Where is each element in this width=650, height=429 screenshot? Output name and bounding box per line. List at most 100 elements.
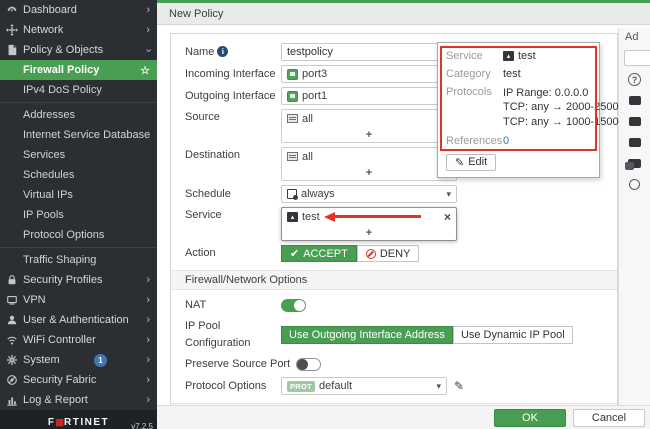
sidebar-item-system[interactable]: System 1 › xyxy=(0,350,157,370)
sidebar-item-policy-objects[interactable]: Policy & Objects › xyxy=(0,40,157,60)
chevron-right-icon: › xyxy=(146,25,150,36)
sidebar-item-firewall-policy[interactable]: Firewall Policy ☆ xyxy=(0,60,157,80)
popup-category-row: Category test xyxy=(446,68,591,80)
name-label: Namei xyxy=(185,44,281,61)
chevron-right-icon: › xyxy=(146,355,150,366)
sidebar-item-security-fabric[interactable]: Security Fabric › xyxy=(0,370,157,390)
fortinet-logo: F▦RTINET xyxy=(48,417,109,428)
chevron-right-icon: › xyxy=(146,375,150,386)
wifi-icon xyxy=(5,334,18,347)
ok-button[interactable]: OK xyxy=(494,409,566,427)
deny-button[interactable]: DENY xyxy=(357,245,420,262)
chevron-right-icon: › xyxy=(146,5,150,16)
service-value: test xyxy=(302,211,320,223)
service-icon: ▴ xyxy=(503,51,514,61)
popup-protocols-list: IP Range: 0.0.0.0 TCP: any → 2000-2500 T… xyxy=(503,86,619,129)
monitor-icon xyxy=(5,294,18,307)
sidebar-item-schedules[interactable]: Schedules xyxy=(0,165,157,185)
sidebar-item-label: Addresses xyxy=(23,109,75,121)
schedule-row: Schedule always ▾ xyxy=(185,185,603,203)
sidebar-item-label: Services xyxy=(23,149,65,161)
use-dynamic-ip-pool-button[interactable]: Use Dynamic IP Pool xyxy=(453,326,573,344)
sidebar-item-services[interactable]: Services xyxy=(0,145,157,165)
sidebar-item-dashboard[interactable]: Dashboard › xyxy=(0,0,157,20)
destination-entry[interactable]: all × xyxy=(282,148,456,165)
notifications-icon[interactable] xyxy=(628,93,642,107)
sidebar-item-log-report[interactable]: Log & Report › xyxy=(0,390,157,410)
nat-label: NAT xyxy=(185,297,281,314)
right-toolbar: Ad ? xyxy=(618,28,650,429)
sidebar-item-vpn[interactable]: VPN › xyxy=(0,290,157,310)
outgoing-interface-select[interactable]: port1 ▾ xyxy=(281,87,457,105)
address-icon xyxy=(287,114,298,123)
destination-label: Destination xyxy=(185,147,281,164)
service-entry[interactable]: ▴ test × xyxy=(282,208,456,225)
chevron-right-icon: › xyxy=(146,335,150,346)
star-icon[interactable]: ☆ xyxy=(140,64,150,77)
sidebar-item-ipv4-dos-policy[interactable]: IPv4 DoS Policy xyxy=(0,80,157,100)
cli-console-icon[interactable] xyxy=(628,114,642,128)
protocol-options-label: Protocol Options xyxy=(185,378,281,395)
sidebar-item-label: IP Pools xyxy=(23,209,64,221)
interface-port-icon xyxy=(287,91,298,102)
schedule-select[interactable]: always ▾ xyxy=(281,185,457,203)
source-multiselect[interactable]: all × + xyxy=(281,109,457,143)
sidebar-item-protocol-options[interactable]: Protocol Options xyxy=(0,225,157,245)
incoming-interface-select[interactable]: port3 ▾ xyxy=(281,65,457,83)
lock-icon xyxy=(5,274,18,287)
search-box-partial[interactable] xyxy=(624,50,650,66)
remove-icon[interactable]: × xyxy=(444,211,451,223)
outgoing-interface-label: Outgoing Interface xyxy=(185,88,281,105)
preserve-source-port-row: Preserve Source Port xyxy=(185,356,603,373)
chat-icon[interactable] xyxy=(628,156,642,170)
sidebar-item-virtual-ips[interactable]: Virtual IPs xyxy=(0,185,157,205)
source-entry[interactable]: all × xyxy=(282,110,456,127)
sidebar-footer: F▦RTINET v7.2.5 xyxy=(0,410,157,429)
add-source-button[interactable]: + xyxy=(282,127,456,142)
preserve-source-port-toggle[interactable] xyxy=(296,358,321,371)
sidebar-item-label: Schedules xyxy=(23,169,74,181)
chevron-right-icon: › xyxy=(146,295,150,306)
outgoing-interface-value: port1 xyxy=(302,90,327,102)
accept-button[interactable]: ✔ACCEPT xyxy=(281,245,357,262)
sidebar-divider xyxy=(0,247,157,248)
sidebar-item-label: Firewall Policy xyxy=(23,64,99,76)
address-icon xyxy=(287,152,298,161)
schedule-label: Schedule xyxy=(185,186,281,203)
edit-pencil-icon[interactable]: ✎ xyxy=(454,379,464,393)
sidebar-item-ip-pools[interactable]: IP Pools xyxy=(0,205,157,225)
fortinet-grid-icon: ▦ xyxy=(55,417,64,427)
edit-service-button[interactable]: ✎Edit xyxy=(446,154,496,171)
cancel-button[interactable]: Cancel xyxy=(573,409,645,427)
sidebar-item-network[interactable]: Network › xyxy=(0,20,157,40)
sidebar-item-addresses[interactable]: Addresses xyxy=(0,105,157,125)
references-count-link[interactable]: 0 xyxy=(503,135,509,147)
policy-doc-icon xyxy=(5,44,18,57)
sidebar-item-label: Protocol Options xyxy=(23,229,104,241)
add-destination-button[interactable]: + xyxy=(282,165,456,180)
feedback-icon[interactable] xyxy=(628,177,642,191)
help-icon[interactable]: ? xyxy=(628,73,641,86)
protocol-options-select[interactable]: PROT default ▾ xyxy=(281,377,447,395)
destination-multiselect[interactable]: all × + xyxy=(281,147,457,181)
add-service-button[interactable]: + xyxy=(282,225,456,240)
sidebar-divider xyxy=(0,102,157,103)
user-icon xyxy=(5,314,18,327)
name-input[interactable] xyxy=(281,43,457,61)
sidebar-item-internet-service-database[interactable]: Internet Service Database xyxy=(0,125,157,145)
tutorial-icon[interactable] xyxy=(628,135,642,149)
bar-chart-icon xyxy=(5,394,18,407)
sidebar-item-user-authentication[interactable]: User & Authentication › xyxy=(0,310,157,330)
sidebar-item-label: Internet Service Database xyxy=(23,129,150,141)
nat-toggle[interactable] xyxy=(281,299,306,312)
source-label: Source xyxy=(185,109,281,126)
sidebar: Dashboard › Network › Policy & Objects ›… xyxy=(0,0,157,429)
use-outgoing-interface-address-button[interactable]: Use Outgoing Interface Address xyxy=(281,326,453,344)
security-fabric-icon xyxy=(5,374,18,387)
service-multiselect[interactable]: ▴ test × + xyxy=(281,207,457,241)
protocol-line: TCP: any → 1000-1500 xyxy=(503,115,619,129)
sidebar-item-security-profiles[interactable]: Security Profiles › xyxy=(0,270,157,290)
sidebar-item-traffic-shaping[interactable]: Traffic Shaping xyxy=(0,250,157,270)
sidebar-item-label: Security Profiles xyxy=(23,274,102,286)
sidebar-item-wifi-controller[interactable]: WiFi Controller › xyxy=(0,330,157,350)
